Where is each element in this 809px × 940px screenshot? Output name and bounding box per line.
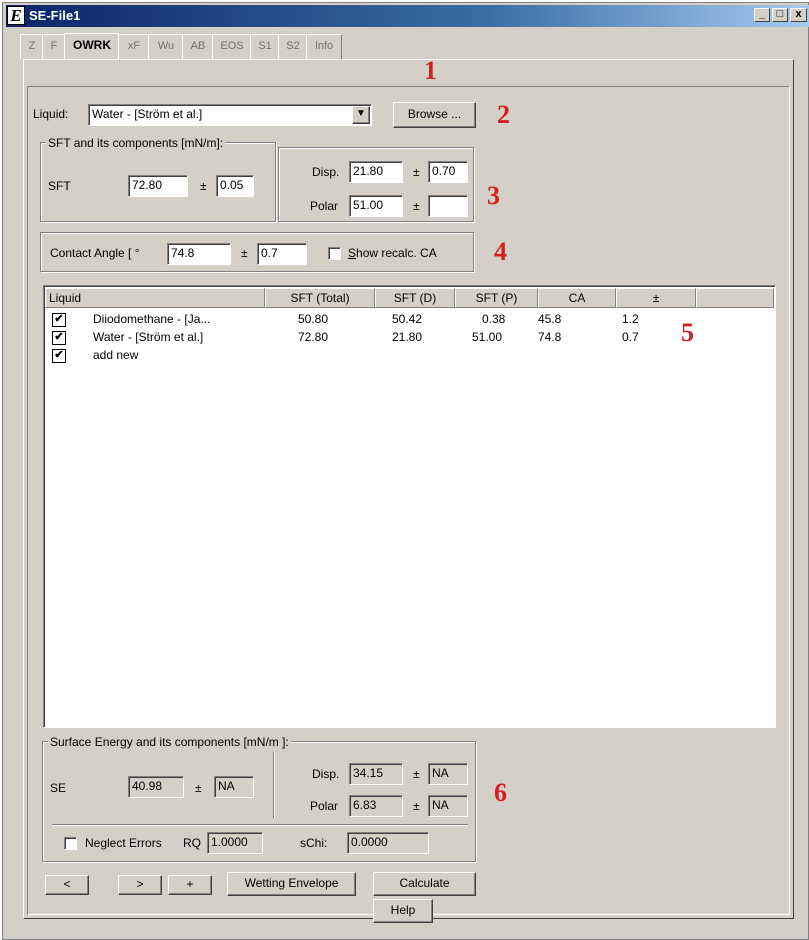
- polar-pm: ±: [413, 199, 420, 213]
- annotation-6: 6: [494, 778, 507, 807]
- neglect-errors-label[interactable]: Neglect Errors: [85, 835, 162, 851]
- annotation-4: 4: [494, 237, 507, 266]
- se-polar-label: Polar: [310, 799, 339, 813]
- help-button[interactable]: Help: [373, 899, 433, 923]
- surface-energy-divider: [273, 752, 275, 818]
- chevron-down-icon[interactable]: ▼: [352, 106, 370, 124]
- cell-ca: 45.8: [538, 312, 562, 326]
- row-checkbox[interactable]: ✔: [52, 331, 66, 345]
- next-button[interactable]: >: [118, 875, 162, 895]
- liquid-select[interactable]: Water - [Ström et al.]: [88, 104, 372, 126]
- polar-label: Polar: [310, 199, 339, 213]
- window-title: SE-File1: [29, 8, 81, 23]
- cell-sft-p: 51.00: [472, 330, 503, 344]
- show-recalc-ca-label-text: how recalc. CA: [356, 246, 437, 260]
- contact-angle-input[interactable]: 74.8: [167, 243, 231, 265]
- disp-error-input[interactable]: 0.70: [428, 161, 468, 183]
- add-button[interactable]: +: [168, 875, 212, 895]
- app-icon: E: [7, 6, 25, 25]
- tab-s1[interactable]: S1: [250, 34, 280, 60]
- column-header-sft-d[interactable]: SFT (D): [375, 288, 455, 308]
- tab-wu[interactable]: Wu: [148, 34, 184, 60]
- cell-error: 0.7: [622, 330, 639, 344]
- column-header-error[interactable]: ±: [616, 288, 696, 308]
- liquids-table[interactable]: Liquid SFT (Total) SFT (D) SFT (P) CA ± …: [43, 285, 776, 728]
- tab-z[interactable]: Z: [20, 34, 44, 60]
- tab-owrk[interactable]: OWRK: [64, 33, 120, 61]
- sft-label: SFT: [48, 179, 71, 193]
- disp-label: Disp.: [312, 165, 340, 179]
- se-polar-error-output: NA: [428, 795, 468, 817]
- rq-label: RQ: [183, 836, 201, 850]
- show-recalc-ca-label[interactable]: Show recalc. CA: [348, 245, 437, 261]
- tab-xf[interactable]: xF: [118, 34, 150, 60]
- column-header-liquid[interactable]: Liquid: [45, 288, 265, 308]
- polar-input[interactable]: 51.00: [349, 195, 403, 217]
- cell-sft-p: 0.38: [482, 312, 506, 326]
- se-disp-pm: ±: [413, 767, 420, 781]
- browse-button[interactable]: Browse ...: [393, 102, 476, 128]
- se-label: SE: [50, 781, 67, 795]
- close-button[interactable]: x: [790, 8, 807, 22]
- restore-button[interactable]: □: [772, 8, 788, 22]
- tab-info[interactable]: Info: [306, 34, 342, 60]
- column-header-sft-total[interactable]: SFT (Total): [265, 288, 375, 308]
- neglect-errors-checkbox[interactable]: [64, 837, 77, 850]
- cell-sft-d: 50.42: [392, 312, 423, 326]
- minimize-button[interactable]: _: [754, 8, 770, 22]
- polar-error-input[interactable]: [428, 195, 468, 217]
- surface-energy-group-title: Surface Energy and its components [mN/m …: [48, 735, 291, 749]
- surface-energy-separator: [52, 824, 468, 826]
- show-recalc-ca-accelerator: S: [348, 246, 357, 260]
- previous-button[interactable]: <: [45, 875, 89, 895]
- rq-output: 1.0000: [207, 832, 263, 854]
- cell-ca: 74.8: [538, 330, 562, 344]
- cell-sft-total: 50.80: [298, 312, 329, 326]
- tab-eos[interactable]: EOS: [212, 34, 252, 60]
- sft-input[interactable]: 72.80: [128, 175, 188, 197]
- se-polar-output: 6.83: [349, 795, 403, 817]
- sft-pm: ±: [200, 179, 207, 193]
- se-polar-pm: ±: [413, 799, 420, 813]
- row-checkbox[interactable]: ✔: [52, 349, 66, 363]
- se-disp-label: Disp.: [312, 767, 340, 781]
- liquid-label: Liquid:: [33, 107, 69, 121]
- se-error-output: NA: [214, 776, 254, 798]
- se-disp-error-output: NA: [428, 763, 468, 785]
- se-pm: ±: [195, 781, 202, 795]
- annotation-3: 3: [487, 181, 500, 210]
- cell-liquid: Diiodomethane - [Ja...: [93, 312, 211, 326]
- cell-liquid: Water - [Ström et al.]: [93, 330, 204, 344]
- cell-sft-total: 72.80: [298, 330, 329, 344]
- schi-label: sChi:: [300, 836, 328, 850]
- row-checkbox[interactable]: ✔: [52, 313, 66, 327]
- disp-input[interactable]: 21.80: [349, 161, 403, 183]
- contact-angle-label: Contact Angle [ °: [50, 246, 140, 260]
- column-header-ca[interactable]: CA: [538, 288, 616, 308]
- contact-angle-pm: ±: [241, 246, 248, 260]
- sft-group-title: SFT and its components [mN/m]:: [46, 136, 226, 150]
- cell-error: 1.2: [622, 312, 639, 326]
- cell-sft-d: 21.80: [392, 330, 423, 344]
- tab-s2[interactable]: S2: [278, 34, 308, 60]
- tab-ab[interactable]: AB: [182, 34, 214, 60]
- wetting-envelope-button[interactable]: Wetting Envelope: [227, 872, 356, 896]
- column-header-filler: [696, 288, 774, 308]
- se-output: 40.98: [128, 776, 184, 798]
- disp-pm: ±: [413, 165, 420, 179]
- annotation-5: 5: [681, 318, 694, 347]
- annotation-2: 2: [497, 100, 510, 129]
- show-recalc-ca-checkbox[interactable]: [328, 247, 341, 260]
- schi-output: 0.0000: [347, 832, 429, 854]
- liquid-select-value: Water - [Ström et al.]: [92, 107, 203, 121]
- sft-error-input[interactable]: 0.05: [216, 175, 254, 197]
- cell-liquid: add new: [93, 348, 139, 362]
- calculate-button[interactable]: Calculate: [373, 872, 476, 896]
- se-disp-output: 34.15: [349, 763, 403, 785]
- tab-f[interactable]: F: [42, 34, 66, 60]
- title-bar[interactable]: [6, 5, 809, 27]
- column-header-sft-p[interactable]: SFT (P): [455, 288, 538, 308]
- contact-angle-error-input[interactable]: 0.7: [257, 243, 307, 265]
